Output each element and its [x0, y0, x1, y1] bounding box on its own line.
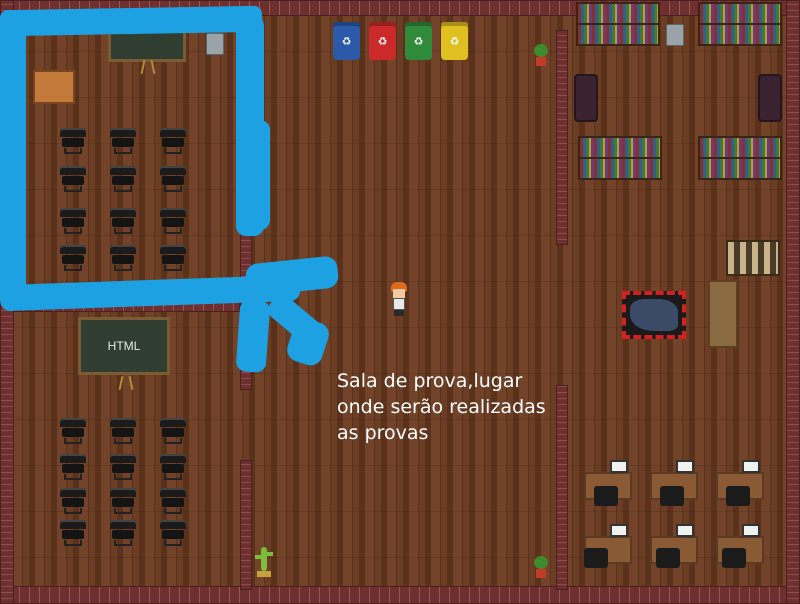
chair [160, 454, 186, 480]
computer-chair [660, 486, 684, 506]
chair [110, 454, 136, 480]
potted-plant-icon [534, 556, 548, 578]
counter [708, 280, 738, 348]
bookshelf [698, 136, 782, 180]
bookshelf [698, 2, 782, 46]
chair [60, 208, 86, 234]
chess-table [726, 240, 780, 276]
monitor-icon [742, 524, 760, 537]
chair [160, 245, 186, 271]
chair [60, 520, 86, 546]
annotation-line-3: as provas [337, 422, 429, 444]
chair [160, 418, 186, 444]
sofa-left [574, 74, 598, 122]
chair [110, 245, 136, 271]
chair [60, 488, 86, 514]
monitor-icon [676, 460, 694, 473]
chair [60, 166, 86, 192]
annotation-line-2: onde serão realizadas [337, 396, 546, 418]
easel-lower [114, 376, 138, 390]
painting [622, 291, 686, 339]
annotation-label: Sala de prova,lugar onde serão realizada… [337, 368, 567, 446]
potted-plant-icon [534, 44, 548, 66]
computer-chair [726, 486, 750, 506]
wall-classroom-divider-lower [240, 460, 252, 590]
easel-upper [136, 60, 160, 74]
chair [160, 208, 186, 234]
annotation-line-1: Sala de prova,lugar [337, 370, 523, 392]
chair [110, 520, 136, 546]
computer-chair [722, 548, 746, 568]
sofa-right [758, 74, 782, 122]
chair [60, 245, 86, 271]
chair [110, 418, 136, 444]
chair [110, 488, 136, 514]
chair [60, 128, 86, 154]
trash-can-icon [666, 24, 684, 46]
monitor-icon [610, 524, 628, 537]
chair [110, 208, 136, 234]
chair [110, 166, 136, 192]
chair [60, 418, 86, 444]
computer-chair [594, 486, 618, 506]
game-map: HTML ♻ ♻ ♻ ♻ Sala de prova,lugar onde se… [0, 0, 800, 604]
wall-bottom [0, 586, 800, 604]
monitor-icon [676, 524, 694, 537]
trash-can-icon [206, 33, 224, 55]
chair [60, 454, 86, 480]
bookshelf [576, 2, 660, 46]
chair [110, 128, 136, 154]
teacher-table [33, 70, 75, 104]
computer-chair [584, 548, 608, 568]
wall-library-left [556, 30, 568, 245]
chair [160, 488, 186, 514]
recycle-bin-blue: ♻ [333, 22, 360, 60]
wall-right [786, 0, 800, 604]
player-character[interactable] [389, 282, 409, 316]
monitor-icon [610, 460, 628, 473]
chair [160, 166, 186, 192]
monitor-icon [742, 460, 760, 473]
recycle-bin-red: ♻ [369, 22, 396, 60]
recycle-bin-yellow: ♻ [441, 22, 468, 60]
cactus-icon [255, 547, 273, 577]
chair [160, 520, 186, 546]
recycle-bin-green: ♻ [405, 22, 432, 60]
bookshelf [578, 136, 662, 180]
chair [160, 128, 186, 154]
chalkboard-html: HTML [78, 317, 170, 375]
computer-chair [656, 548, 680, 568]
